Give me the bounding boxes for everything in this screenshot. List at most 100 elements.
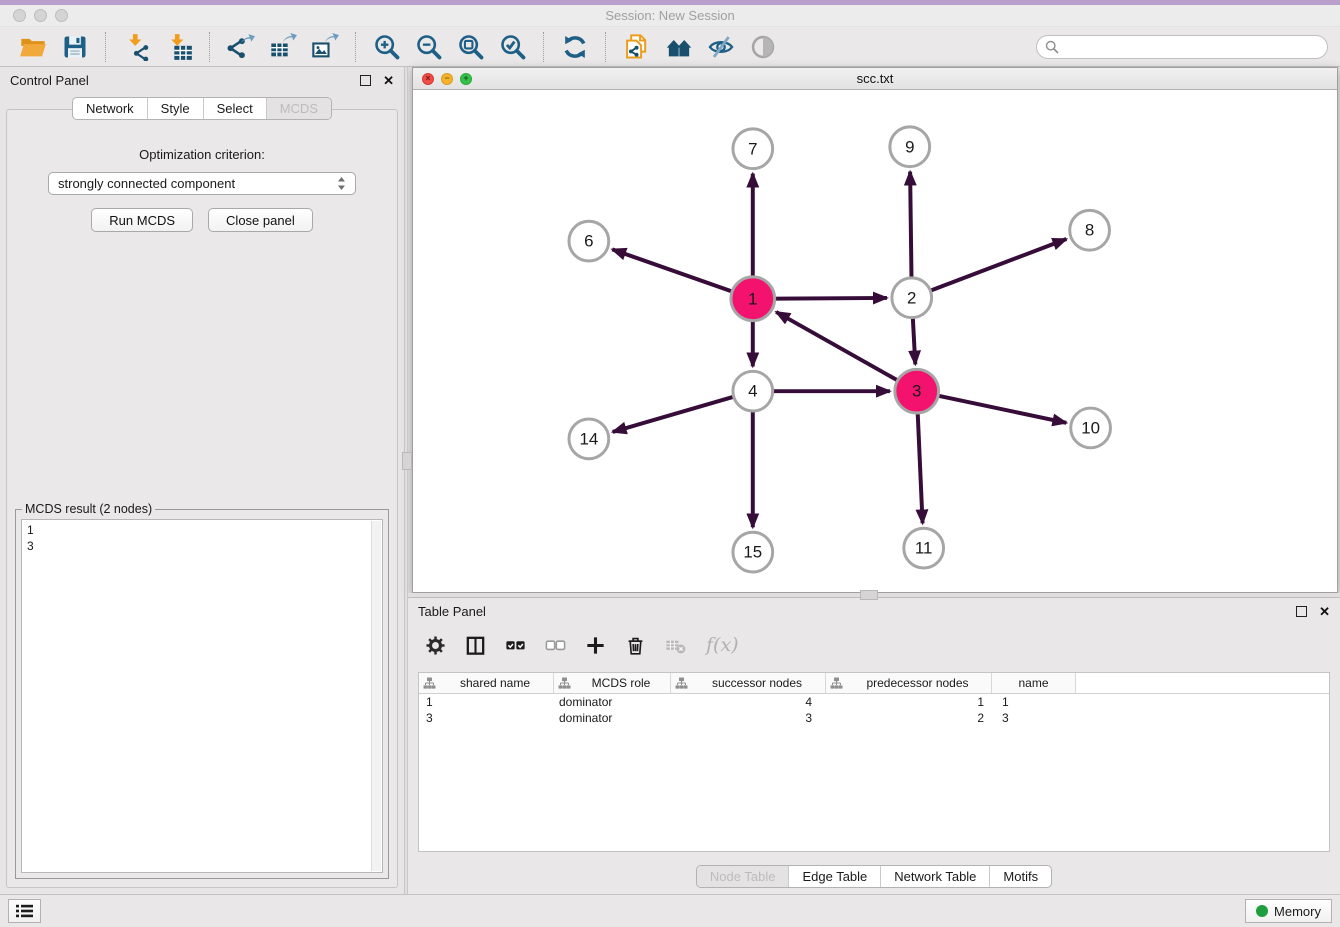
zoom-in-icon[interactable] <box>373 33 401 61</box>
splitter-grip[interactable] <box>402 452 412 470</box>
column-header-filler <box>1076 673 1329 693</box>
save-session-icon[interactable] <box>61 33 89 61</box>
function-builder-icon[interactable]: f(x) <box>706 634 739 656</box>
tab-edge-table[interactable]: Edge Table <box>788 866 880 887</box>
toolbar-separator <box>105 32 107 62</box>
table-row[interactable]: 3dominator323 <box>419 710 1329 726</box>
edge-3-1[interactable] <box>776 312 917 391</box>
add-row-icon[interactable] <box>584 634 607 657</box>
table-panel: Table Panel ✕ <box>408 597 1340 894</box>
zoom-selected-icon[interactable] <box>499 33 527 61</box>
network-window-titlebar[interactable]: × − + scc.txt <box>413 68 1337 90</box>
tab-motifs[interactable]: Motifs <box>989 866 1051 887</box>
table-cell[interactable]: 1 <box>992 694 1076 710</box>
export-image-icon[interactable] <box>311 33 339 61</box>
zoom-out-icon[interactable] <box>415 33 443 61</box>
show-hide-style-icon[interactable] <box>707 33 735 61</box>
float-panel-icon[interactable] <box>1296 606 1307 617</box>
table-cell[interactable]: 2 <box>826 710 992 726</box>
graph-node-label: 9 <box>905 137 914 156</box>
criterion-dropdown[interactable]: strongly connected component <box>48 172 356 195</box>
node-table[interactable]: shared nameMCDS rolesuccessor nodesprede… <box>418 672 1330 852</box>
result-line: 3 <box>27 538 377 554</box>
table-cell[interactable]: 3 <box>419 710 554 726</box>
table-row[interactable]: 1dominator411 <box>419 694 1329 710</box>
graph-node-label: 11 <box>915 539 933 558</box>
run-mcds-button[interactable]: Run MCDS <box>91 208 193 232</box>
column-header-name[interactable]: name <box>992 673 1076 693</box>
graph-node-label: 15 <box>743 543 762 562</box>
graph-node-label: 8 <box>1085 221 1094 240</box>
network-graph[interactable]: 7968124314101511 <box>413 90 1337 593</box>
close-panel-icon[interactable]: ✕ <box>383 74 394 87</box>
splitter-grip[interactable] <box>860 590 878 600</box>
column-header-successor-nodes[interactable]: successor nodes <box>671 673 826 693</box>
gear-icon[interactable] <box>424 634 447 657</box>
mcds-result-list[interactable]: 13 <box>21 519 383 873</box>
main-toolbar <box>0 27 1340 67</box>
zoom-fit-icon[interactable] <box>457 33 485 61</box>
hierarchy-icon <box>830 677 843 690</box>
graph-node-label: 3 <box>912 382 921 401</box>
result-scrollbar[interactable] <box>371 521 381 871</box>
column-header-shared-name[interactable]: shared name <box>419 673 554 693</box>
table-cell[interactable]: 4 <box>671 694 826 710</box>
search-box[interactable] <box>1036 35 1328 59</box>
app-title: Session: New Session <box>0 8 1340 23</box>
delete-row-icon[interactable] <box>624 634 647 657</box>
control-panel-title: Control Panel <box>10 73 89 88</box>
column-header-predecessor-nodes[interactable]: predecessor nodes <box>826 673 992 693</box>
table-cell[interactable]: dominator <box>554 694 671 710</box>
horizontal-splitter[interactable] <box>408 593 1340 597</box>
import-table-icon[interactable] <box>165 33 193 61</box>
tab-mcds[interactable]: MCDS <box>266 98 331 119</box>
search-input[interactable] <box>1059 38 1319 55</box>
toolbar-separator <box>605 32 607 62</box>
column-header-MCDS-role[interactable]: MCDS role <box>554 673 671 693</box>
import-network-icon[interactable] <box>123 33 151 61</box>
tab-select[interactable]: Select <box>203 98 266 119</box>
table-panel-title: Table Panel <box>418 604 486 619</box>
hide-graphics-details-icon[interactable] <box>749 33 777 61</box>
open-session-icon[interactable] <box>19 33 47 61</box>
table-header-row: shared nameMCDS rolesuccessor nodesprede… <box>419 673 1329 694</box>
deselect-all-rows-icon[interactable] <box>544 634 567 657</box>
memory-label: Memory <box>1274 904 1321 919</box>
close-panel-button[interactable]: Close panel <box>208 208 313 232</box>
edge-2-8[interactable] <box>912 239 1067 298</box>
graph-node-label: 4 <box>748 382 757 401</box>
memory-status-dot <box>1256 905 1268 917</box>
graph-node-label: 1 <box>748 289 757 308</box>
table-cell[interactable]: 1 <box>826 694 992 710</box>
tab-style[interactable]: Style <box>147 98 203 119</box>
apply-layout-icon[interactable] <box>561 33 589 61</box>
float-panel-icon[interactable] <box>360 75 371 86</box>
tab-node-table[interactable]: Node Table <box>697 866 789 887</box>
network-window: × − + scc.txt 7968124314101511 <box>412 67 1338 593</box>
table-cell[interactable]: 3 <box>671 710 826 726</box>
first-neighbors-icon[interactable] <box>665 33 693 61</box>
edge-4-14[interactable] <box>613 391 753 432</box>
task-history-button[interactable] <box>8 899 41 923</box>
app-titlebar: Session: New Session <box>0 5 1340 27</box>
export-table-icon[interactable] <box>269 33 297 61</box>
hierarchy-icon <box>558 677 571 690</box>
tab-network[interactable]: Network <box>73 98 147 119</box>
export-network-icon[interactable] <box>227 33 255 61</box>
vertical-splitter[interactable] <box>404 67 408 894</box>
tab-network-table[interactable]: Network Table <box>880 866 989 887</box>
memory-button[interactable]: Memory <box>1245 899 1332 923</box>
mcds-panel: Optimization criterion: strongly connect… <box>6 109 398 888</box>
graph-node-label: 7 <box>748 139 757 158</box>
network-canvas[interactable]: 7968124314101511 <box>413 90 1337 592</box>
table-cell[interactable]: dominator <box>554 710 671 726</box>
columns-icon[interactable] <box>464 634 487 657</box>
table-toolbar: f(x) <box>418 624 1330 666</box>
delete-table-icon[interactable] <box>664 634 687 657</box>
select-all-rows-icon[interactable] <box>504 634 527 657</box>
result-line: 1 <box>27 522 377 538</box>
close-panel-icon[interactable]: ✕ <box>1319 605 1330 618</box>
table-cell[interactable]: 3 <box>992 710 1076 726</box>
table-cell[interactable]: 1 <box>419 694 554 710</box>
new-network-from-selection-icon[interactable] <box>623 33 651 61</box>
